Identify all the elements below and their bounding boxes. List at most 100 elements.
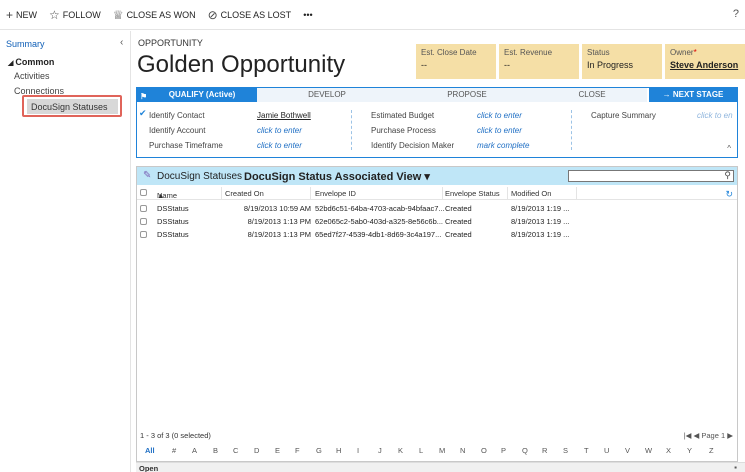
filter-letter[interactable]: Z [709,446,714,455]
step-value[interactable]: mark complete [477,138,529,153]
filter-letter[interactable]: R [542,446,547,455]
view-selector[interactable]: DocuSign Status Associated View ▾ [244,170,430,183]
star-icon: ☆ [49,7,60,22]
filter-letter[interactable]: N [460,446,465,455]
select-all-checkbox[interactable] [140,189,147,196]
field-label-wrap: Owner* [670,48,740,57]
column-envelope-id[interactable]: Envelope ID [315,189,356,198]
stage-propose[interactable]: PROPOSE [397,88,537,102]
pagination-control[interactable]: |◀ ◀ Page 1 ▶ [684,431,733,440]
filter-letter[interactable]: W [645,446,652,455]
filter-letter[interactable]: J [378,446,382,455]
filter-letter[interactable]: H [336,446,341,455]
field-label: Est. Revenue [504,48,553,57]
step-value[interactable]: click to enter [257,138,311,153]
more-commands-button[interactable]: ••• [303,10,312,20]
step-value[interactable]: click to enter [257,123,311,138]
column-created-on[interactable]: Created On [225,189,264,198]
column-modified-on[interactable]: Modified On [511,189,551,198]
cell-name[interactable]: DSStatus [157,230,189,239]
filter-letter[interactable]: M [439,446,445,455]
row-checkbox[interactable] [140,205,147,212]
header-field-close-date[interactable]: Est. Close Date -- [416,44,496,79]
filter-letter[interactable]: Q [522,446,528,455]
docusign-subgrid: ✎ DocuSign Statuses DocuSign Status Asso… [136,166,738,462]
column-envelope-status[interactable]: Envelope Status [445,189,500,198]
nav-item-activities[interactable]: Activities [14,71,50,81]
plus-icon: + [6,7,14,22]
filter-letter[interactable]: O [481,446,487,455]
step-label: Estimated Budget [371,111,435,120]
filter-letter[interactable]: V [625,446,630,455]
search-input[interactable]: ⚲ [568,170,734,182]
nav-item-docusign-statuses[interactable]: DocuSign Statuses [27,99,118,114]
step-label: Identify Account [149,126,206,135]
business-process-flow: ⚑ QUALIFY (Active) DEVELOP PROPOSE CLOSE… [136,87,738,158]
owner-link[interactable]: Steve Anderson [670,60,740,70]
subgrid-title: DocuSign Statuses [157,171,243,182]
filter-letter[interactable]: Y [687,446,692,455]
follow-button[interactable]: ☆ FOLLOW [49,8,101,22]
help-button[interactable]: ? [733,8,739,20]
step-label: Identify Contact [149,111,205,120]
filter-letter[interactable]: X [666,446,671,455]
stage-qualify[interactable]: ⚑ QUALIFY (Active) [137,88,257,102]
field-value: -- [421,60,427,70]
header-field-status[interactable]: Status In Progress [582,44,662,79]
flag-icon: ⚑ [140,92,148,101]
step-value[interactable]: click to en [697,108,733,123]
close-as-won-button[interactable]: ♕ CLOSE AS WON [113,8,196,22]
filter-letter[interactable]: D [254,446,259,455]
close-lost-label: CLOSE AS LOST [220,9,292,20]
filter-letter[interactable]: # [172,446,176,455]
cell-name[interactable]: DSStatus [157,217,189,226]
steps-column-3: Capture Summary [591,108,656,123]
row-checkbox[interactable] [140,218,147,225]
collapse-process-icon[interactable]: ^ [727,144,731,153]
collapse-nav-icon[interactable]: ‹ [120,37,123,48]
table-row[interactable]: DSStatus 8/19/2013 1:13 PM 62e065c2-5ab0… [137,216,737,228]
filter-letter[interactable]: F [295,446,300,455]
header-field-revenue[interactable]: Est. Revenue -- [499,44,579,79]
stage-close[interactable]: CLOSE [537,88,647,102]
step-value[interactable]: click to enter [477,123,529,138]
table-row[interactable]: DSStatus 8/19/2013 10:59 AM 52bd6c51-64b… [137,203,737,215]
header-field-owner[interactable]: Owner* Steve Anderson [665,44,745,79]
next-stage-button[interactable]: → NEXT STAGE [649,88,737,102]
field-value: -- [504,60,510,70]
new-button[interactable]: + NEW [6,8,37,22]
refresh-icon[interactable]: ↻ [725,189,733,200]
filter-letter[interactable]: I [357,446,359,455]
cell-envelope-id: 52bd6c51-64ba-4703-acab-94bfaac7... [315,204,445,213]
filter-letter[interactable]: K [398,446,403,455]
filter-letter[interactable]: E [275,446,280,455]
filter-letter[interactable]: S [563,446,568,455]
save-icon[interactable]: ▪ [734,463,737,472]
trophy-icon: ♕ [112,7,124,22]
close-as-lost-button[interactable]: ⊘ CLOSE AS LOST [208,8,292,22]
cell-name[interactable]: DSStatus [157,204,189,213]
search-icon[interactable]: ⚲ [724,170,731,181]
row-checkbox[interactable] [140,231,147,238]
filter-letter[interactable]: C [233,446,238,455]
cell-created-on: 8/19/2013 1:13 PM [247,230,311,239]
table-row[interactable]: DSStatus 8/19/2013 1:13 PM 65ed7f27-4539… [137,229,737,241]
nav-group-common[interactable]: ◢ Common [8,57,54,67]
cell-envelope-status: Created [445,217,472,226]
filter-letter[interactable]: L [419,446,423,455]
stage-develop[interactable]: DEVELOP [257,88,397,102]
filter-letter[interactable]: All [145,446,155,455]
filter-letter[interactable]: G [316,446,322,455]
contact-link[interactable]: Jamie Bothwell [257,108,311,123]
step-label: Purchase Process [371,126,436,135]
step-value[interactable]: click to enter [477,108,529,123]
filter-letter[interactable]: B [213,446,218,455]
filter-letter[interactable]: A [192,446,197,455]
column-divider [310,187,311,200]
subgrid-header: ✎ DocuSign Statuses DocuSign Status Asso… [137,167,737,185]
stage-bar: ⚑ QUALIFY (Active) DEVELOP PROPOSE CLOSE [137,88,737,102]
filter-letter[interactable]: U [604,446,609,455]
nav-summary-link[interactable]: Summary [6,39,45,49]
filter-letter[interactable]: P [501,446,506,455]
filter-letter[interactable]: T [584,446,589,455]
